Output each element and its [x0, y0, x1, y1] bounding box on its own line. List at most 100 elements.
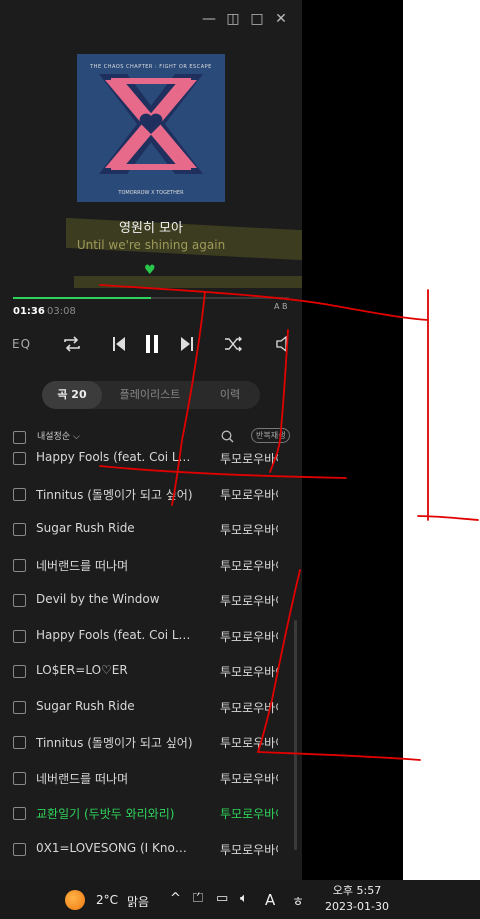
- track-row[interactable]: 네버랜드를 떠나며 투모로우바이투게더: [0, 760, 302, 795]
- track-title[interactable]: 교환일기 (두밧두 와리와리): [36, 805, 196, 822]
- track-title[interactable]: 네버랜드를 떠나며: [36, 557, 196, 574]
- repeat-icon[interactable]: [60, 332, 84, 356]
- search-icon[interactable]: [221, 428, 234, 447]
- track-checkbox[interactable]: [13, 452, 26, 465]
- track-artist[interactable]: 투모로우바이투게더: [220, 486, 278, 503]
- network-icon[interactable]: ▭: [216, 891, 228, 906]
- track-artist[interactable]: 투모로우바이투게더: [220, 770, 278, 787]
- track-title[interactable]: 네버랜드를 떠나며: [36, 770, 196, 787]
- track-artist[interactable]: 투모로우바이투게더: [220, 450, 278, 467]
- progress-bar[interactable]: [13, 297, 289, 299]
- track-checkbox[interactable]: [13, 629, 26, 643]
- track-artist[interactable]: 투모로우바이투게더: [220, 521, 278, 538]
- album-x-graphic: [77, 54, 225, 202]
- track-row[interactable]: Sugar Rush Ride 투모로우바이투게더: [0, 511, 302, 546]
- temperature[interactable]: 2°C: [96, 893, 118, 907]
- track-checkbox[interactable]: [13, 736, 26, 749]
- track-artist[interactable]: 투모로우바이투게더: [220, 699, 278, 716]
- music-player-window: — ◫ □ ✕ THE CHAOS CHAPTER : FIGHT OR ESC…: [0, 0, 302, 880]
- volume-icon[interactable]: [274, 332, 292, 356]
- speaker-icon[interactable]: 🔈︎: [240, 891, 248, 906]
- window-controls: — ◫ □ ✕: [202, 12, 288, 26]
- next-icon[interactable]: [178, 332, 196, 356]
- miniplayer-icon[interactable]: ◫: [226, 12, 240, 26]
- track-artist[interactable]: 투모로우바이투게더: [220, 592, 278, 609]
- clock[interactable]: 오후 5:57 2023-01-30: [320, 883, 394, 915]
- track-checkbox[interactable]: [13, 665, 26, 678]
- track-title[interactable]: LO$ER=LO♡ER: [36, 663, 196, 677]
- chevron-down-icon: ⌵: [73, 432, 80, 442]
- track-list: Happy Fools (feat. Coi Leray)투모로우바이투게더Ti…: [0, 447, 302, 880]
- track-artist[interactable]: 투모로우바이투게더: [220, 628, 278, 645]
- track-checkbox[interactable]: [13, 700, 26, 714]
- track-row[interactable]: Happy Fools (feat. Coi Leray) 투모로우바이투게더: [0, 618, 302, 653]
- weather-condition[interactable]: 맑음: [127, 893, 149, 910]
- select-all-checkbox[interactable]: [13, 431, 26, 444]
- heart-icon[interactable]: ♥: [144, 263, 156, 278]
- track-checkbox[interactable]: [13, 842, 26, 856]
- clock-time: 오후 5:57: [332, 884, 382, 897]
- track-checkbox[interactable]: [13, 523, 26, 536]
- tab-playlists[interactable]: 플레이리스트: [108, 381, 192, 409]
- track-title[interactable]: Sugar Rush Ride: [36, 521, 196, 535]
- tab-history[interactable]: 이력: [202, 381, 258, 409]
- track-title[interactable]: Tinnitus (돌멩이가 되고 싶어): [36, 734, 196, 751]
- weather-sun-icon[interactable]: [65, 890, 85, 910]
- progress-fill: [13, 297, 151, 299]
- desktop-background: [403, 0, 480, 880]
- track-checkbox[interactable]: [13, 558, 26, 572]
- track-row[interactable]: 네버랜드를 떠나며 투모로우바이투게더: [0, 547, 302, 582]
- previous-icon[interactable]: [110, 332, 128, 356]
- track-row[interactable]: 0X1=LOVESONG (I Know I Love You) 투모로우바이투게…: [0, 831, 302, 866]
- sort-label: 내설정순: [37, 432, 71, 442]
- eq-button[interactable]: EQ: [12, 332, 31, 356]
- ime-mode[interactable]: ㅎ: [292, 891, 304, 910]
- scrollbar[interactable]: [294, 620, 297, 850]
- track-title[interactable]: Devil by the Window: [36, 592, 196, 606]
- track-row[interactable]: 교환일기 (두밧두 와리와리) 투모로우바이투게더: [0, 795, 302, 830]
- track-title[interactable]: 0X1=LOVESONG (I Know I Love You): [36, 841, 196, 855]
- pause-icon[interactable]: [141, 332, 163, 356]
- total-time: 03:08: [47, 306, 76, 317]
- track-title[interactable]: Happy Fools (feat. Coi Leray): [36, 450, 196, 464]
- ime-label[interactable]: A: [265, 891, 275, 909]
- track-title[interactable]: Tinnitus (돌멩이가 되고 싶어): [36, 486, 196, 503]
- track-artist[interactable]: 투모로우바이투게더: [220, 734, 278, 751]
- track-checkbox[interactable]: [13, 807, 26, 820]
- minimize-icon[interactable]: —: [202, 12, 216, 26]
- track-checkbox[interactable]: [13, 594, 26, 607]
- track-artist[interactable]: 투모로우바이투게더: [220, 805, 278, 822]
- usb-icon[interactable]: ⏍: [193, 891, 203, 906]
- track-row[interactable]: Devil by the Window 투모로우바이투게더: [0, 582, 302, 617]
- tab-bar: 곡 20 플레이리스트 이력: [42, 381, 260, 409]
- list-header: 내설정순 ⌵ 반복재생: [13, 428, 293, 446]
- close-icon[interactable]: ✕: [274, 12, 288, 26]
- album-art[interactable]: THE CHAOS CHAPTER : FIGHT OR ESCAPE TOMO…: [77, 54, 225, 202]
- repeat-play-button[interactable]: 반복재생: [251, 428, 291, 443]
- track-row[interactable]: Tinnitus (돌멩이가 되고 싶어) 투모로우바이투게더: [0, 476, 302, 511]
- track-row[interactable]: Sugar Rush Ride 투모로우바이투게더: [0, 689, 302, 724]
- shuffle-icon[interactable]: [223, 332, 245, 356]
- track-artist[interactable]: 투모로우바이투게더: [220, 663, 278, 680]
- song-title[interactable]: 영원히 모아: [0, 217, 302, 236]
- track-row[interactable]: Happy Fools (feat. Coi Leray) 투모로우바이투게더: [0, 447, 302, 475]
- sort-dropdown[interactable]: 내설정순 ⌵: [37, 429, 80, 442]
- highlight-mark: [74, 276, 302, 288]
- clock-date: 2023-01-30: [325, 900, 389, 913]
- maximize-icon[interactable]: □: [250, 12, 264, 26]
- tab-songs[interactable]: 곡 20: [42, 381, 102, 409]
- current-time: 01:36: [13, 306, 45, 317]
- album-cover-title: THE CHAOS CHAPTER : FIGHT OR ESCAPE: [90, 64, 212, 70]
- track-checkbox[interactable]: [13, 771, 26, 785]
- track-artist[interactable]: 투모로우바이투게더: [220, 557, 278, 574]
- tray-chevron-icon[interactable]: ^: [170, 891, 181, 906]
- track-checkbox[interactable]: [13, 487, 26, 501]
- track-row[interactable]: LO$ER=LO♡ER 투모로우바이투게더: [0, 653, 302, 688]
- track-artist[interactable]: 투모로우바이투게더: [220, 841, 278, 858]
- lyric-line[interactable]: Until we're shining again: [0, 238, 302, 252]
- ab-repeat-button[interactable]: A B: [274, 302, 288, 311]
- windows-taskbar: 2°C 맑음 ^ ⏍ ▭ 🔈︎ A ㅎ 오후 5:57 2023-01-30: [0, 880, 480, 919]
- track-title[interactable]: Sugar Rush Ride: [36, 699, 196, 713]
- track-row[interactable]: Tinnitus (돌멩이가 되고 싶어) 투모로우바이투게더: [0, 724, 302, 759]
- track-title[interactable]: Happy Fools (feat. Coi Leray): [36, 628, 196, 642]
